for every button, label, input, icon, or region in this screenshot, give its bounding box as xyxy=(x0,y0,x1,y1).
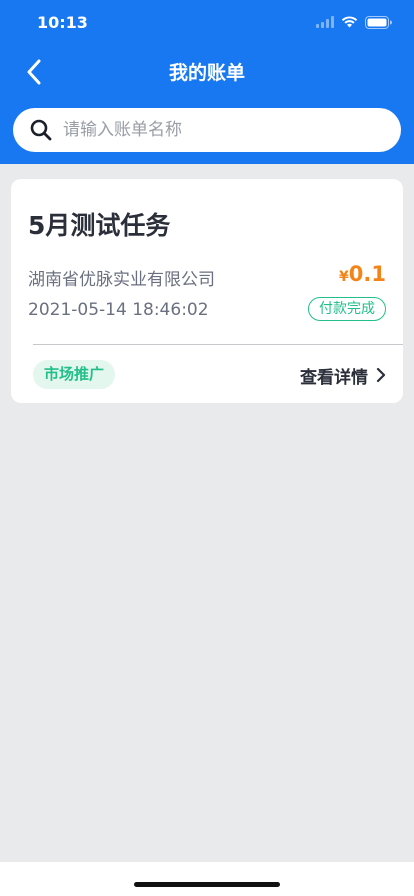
search-bar[interactable] xyxy=(13,108,401,152)
nav-bar: 我的账单 xyxy=(0,44,414,100)
status-badge: 付款完成 xyxy=(308,297,386,321)
page-title: 我的账单 xyxy=(168,62,245,84)
status-bar: 10:13 xyxy=(0,0,414,44)
amount-value: 0.1 xyxy=(348,262,386,286)
search-icon xyxy=(29,118,53,142)
bill-company: 湖南省优脉实业有限公司 xyxy=(28,270,215,290)
category-tag: 市场推广 xyxy=(33,360,116,389)
status-icons xyxy=(316,14,392,30)
chevron-right-icon xyxy=(376,367,386,383)
status-time: 10:13 xyxy=(37,13,88,32)
view-details-link[interactable]: 查看详情 xyxy=(300,363,386,388)
search-input[interactable] xyxy=(61,119,365,141)
battery-icon xyxy=(365,15,392,29)
bill-card[interactable]: 5月测试任务 湖南省优脉实业有限公司 ¥0.1 2021-05-14 18:46… xyxy=(11,179,403,403)
currency-symbol: ¥ xyxy=(339,269,349,285)
wifi-icon xyxy=(341,16,358,28)
home-indicator[interactable] xyxy=(134,882,280,887)
bill-amount: ¥0.1 xyxy=(339,262,386,286)
bottom-safe-area xyxy=(0,862,414,896)
bill-title: 5月测试任务 xyxy=(28,211,171,240)
signal-icon xyxy=(316,16,334,28)
header: 10:13 我的账单 xyxy=(0,0,414,164)
divider xyxy=(33,344,403,345)
view-details-label: 查看详情 xyxy=(300,367,368,388)
bill-datetime: 2021-05-14 18:46:02 xyxy=(28,300,209,320)
